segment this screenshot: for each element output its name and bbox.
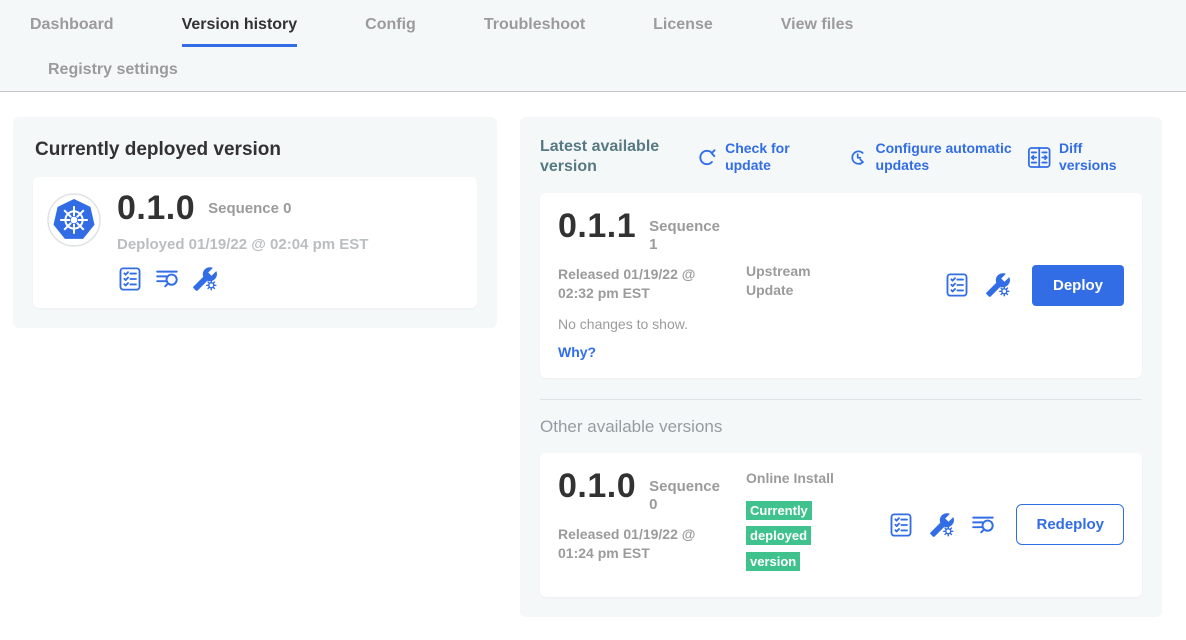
nav-row-2: Registry settings: [0, 47, 1186, 91]
refresh-icon: [695, 145, 718, 170]
latest-available-title: Latest available version: [540, 137, 677, 177]
tab-dashboard[interactable]: Dashboard: [30, 16, 114, 47]
main-content: Currently deployed version: [0, 92, 1186, 617]
checklist-icon[interactable]: [944, 272, 970, 298]
automatic-updates-icon: [847, 145, 868, 170]
current-deployed-timestamp: Deployed 01/19/22 @ 02:04 pm EST: [117, 236, 368, 253]
other-card-actions: Redeploy: [888, 504, 1124, 545]
deploy-logs-icon[interactable]: [970, 512, 997, 538]
kubernetes-logo: [47, 193, 101, 247]
config-wrench-icon[interactable]: [985, 272, 1011, 298]
latest-card-actions: Deploy: [944, 265, 1124, 306]
redeploy-button[interactable]: Redeploy: [1016, 504, 1124, 545]
config-wrench-icon[interactable]: [192, 266, 218, 292]
why-link[interactable]: Why?: [558, 344, 596, 360]
current-version-details: 0.1.0 Sequence 0 Deployed 01/19/22 @ 02:…: [117, 191, 368, 292]
tab-registry-settings[interactable]: Registry settings: [48, 61, 178, 78]
nav-row-1: Dashboard Version history Config Trouble…: [0, 16, 1186, 47]
deploy-button[interactable]: Deploy: [1032, 265, 1124, 306]
other-version-card: 0.1.0 Sequence 0 Released 01/19/22 @ 01:…: [540, 453, 1142, 597]
latest-version-card: 0.1.1 Sequence 1 Released 01/19/22 @ 02:…: [540, 193, 1142, 378]
other-source-column: Online Install Currently deployed versio…: [746, 469, 842, 575]
config-wrench-icon[interactable]: [929, 512, 955, 538]
diff-versions-link[interactable]: Diff versions: [1026, 140, 1142, 174]
latest-sequence-label: Sequence 1: [649, 218, 721, 254]
checklist-icon[interactable]: [888, 512, 914, 538]
currently-deployed-panel: Currently deployed version: [13, 117, 497, 328]
tab-troubleshoot[interactable]: Troubleshoot: [484, 16, 585, 47]
check-for-update-link[interactable]: Check for update: [695, 140, 805, 174]
other-version-number: 0.1.0: [558, 469, 636, 505]
tab-version-history[interactable]: Version history: [182, 16, 298, 47]
currently-deployed-card: 0.1.0 Sequence 0 Deployed 01/19/22 @ 02:…: [33, 177, 477, 308]
configure-automatic-updates-link[interactable]: Configure automatic updates: [847, 140, 1025, 174]
latest-released-timestamp: Released 01/19/22 @ 02:32 pm EST: [558, 265, 713, 303]
currently-deployed-badge: Currently deployed version: [746, 498, 826, 575]
available-versions-panel: Latest available version Check for updat…: [520, 117, 1162, 617]
other-version-info: 0.1.0 Sequence 0 Released 01/19/22 @ 01:…: [558, 469, 746, 563]
current-sequence-label: Sequence 0: [208, 200, 291, 218]
latest-source-label: Upstream Update: [746, 262, 842, 300]
current-card-actions: [117, 266, 368, 292]
available-versions-header: Latest available version Check for updat…: [540, 137, 1142, 177]
other-sequence-label: Sequence 0: [649, 478, 721, 514]
other-source-label: Online Install: [746, 469, 842, 488]
other-available-versions-title: Other available versions: [540, 417, 1142, 437]
other-released-timestamp: Released 01/19/22 @ 01:24 pm EST: [558, 525, 713, 563]
no-changes-text: No changes to show.: [558, 316, 746, 332]
current-version-number: 0.1.0: [117, 191, 195, 227]
tab-config[interactable]: Config: [365, 16, 416, 47]
currently-deployed-title: Currently deployed version: [35, 139, 477, 161]
latest-version-number: 0.1.1: [558, 209, 636, 245]
tab-view-files[interactable]: View files: [781, 16, 854, 47]
deploy-logs-icon[interactable]: [154, 266, 181, 292]
top-navigation: Dashboard Version history Config Trouble…: [0, 0, 1186, 92]
section-divider: [540, 399, 1142, 400]
tab-license[interactable]: License: [653, 16, 713, 47]
latest-version-info: 0.1.1 Sequence 1 Released 01/19/22 @ 02:…: [558, 209, 746, 362]
checklist-icon[interactable]: [117, 266, 143, 292]
diff-icon: [1026, 144, 1052, 171]
